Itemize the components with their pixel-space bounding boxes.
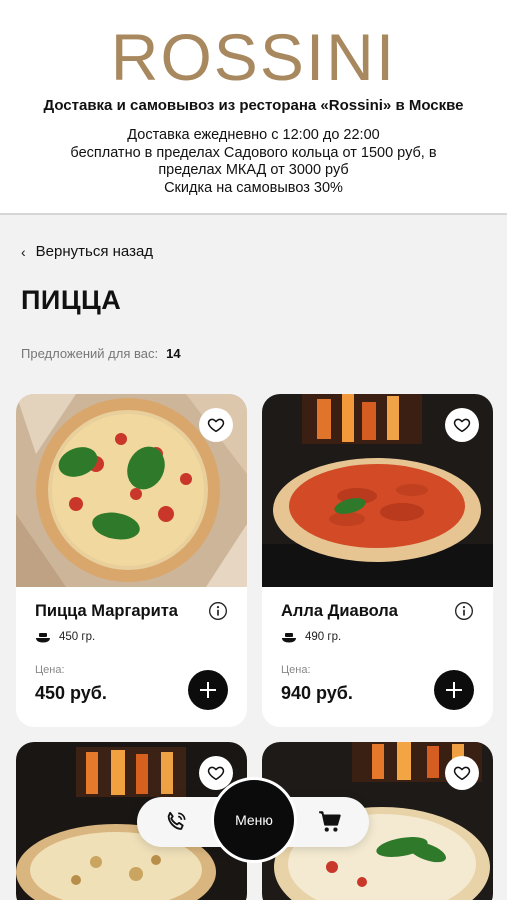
delivery-info-line: Скидка на самовывоз 30% (164, 179, 343, 196)
heart-icon (207, 418, 225, 433)
product-card[interactable]: Алла Диавола 490 гр. Цена: 940 руб. (262, 394, 493, 727)
favorite-button[interactable] (199, 408, 233, 442)
header: ROSSINI Доставка и самовывоз из ресторан… (0, 0, 507, 215)
product-weight: 490 гр. (281, 631, 341, 643)
product-price: 450 руб. (35, 683, 107, 703)
product-image[interactable] (16, 394, 247, 587)
chevron-left-icon: ‹ (21, 243, 26, 260)
delivery-info-line: Доставка ежедневно с 12:00 до 22:00 (127, 127, 380, 143)
price-label: Цена: (35, 664, 65, 676)
plus-icon (200, 682, 216, 698)
price-label: Цена: (281, 664, 311, 676)
add-to-cart-button[interactable] (434, 670, 474, 710)
phone-icon[interactable] (163, 809, 189, 835)
page-title: ПИЦЦА (21, 285, 122, 315)
offers-count-value: 14 (166, 346, 181, 361)
dish-icon (36, 633, 50, 643)
menu-button[interactable]: Меню (211, 777, 297, 863)
heart-icon (207, 766, 225, 781)
product-weight-value: 450 гр. (59, 631, 96, 643)
logo[interactable]: ROSSINI (0, 22, 507, 92)
back-link-label: Вернуться назад (35, 243, 154, 260)
heart-icon (453, 418, 471, 433)
offers-count: Предложений для вас: 14 (21, 346, 181, 361)
product-weight-value: 490 гр. (305, 631, 342, 643)
favorite-button[interactable] (445, 408, 479, 442)
delivery-info-line: бесплатно в пределах Садового кольца от … (70, 144, 437, 161)
product-image[interactable] (262, 394, 493, 587)
product-name[interactable]: Пицца Маргарита (35, 602, 178, 621)
dish-icon (282, 633, 296, 643)
cart-icon[interactable] (317, 809, 343, 835)
plus-icon (446, 682, 462, 698)
back-link[interactable]: ‹ Вернуться назад (21, 243, 153, 260)
delivery-info: Доставка ежедневно с 12:00 до 22:00 бесп… (20, 127, 487, 197)
offers-count-label: Предложений для вас: (21, 346, 159, 361)
product-price: 940 руб. (281, 683, 353, 703)
product-name[interactable]: Алла Диавола (281, 602, 398, 621)
add-to-cart-button[interactable] (188, 670, 228, 710)
product-card[interactable]: Пицца Маргарита 450 гр. Цена: 450 руб. (16, 394, 247, 727)
info-icon[interactable] (454, 601, 474, 621)
heart-icon (453, 766, 471, 781)
delivery-info-line: пределах МКАД от 3000 руб (158, 162, 349, 178)
product-weight: 450 гр. (35, 631, 95, 643)
menu-button-label: Меню (235, 812, 273, 828)
info-icon[interactable] (208, 601, 228, 621)
header-tagline: Доставка и самовывоз из ресторана «Rossi… (43, 97, 464, 114)
favorite-button[interactable] (445, 756, 479, 790)
